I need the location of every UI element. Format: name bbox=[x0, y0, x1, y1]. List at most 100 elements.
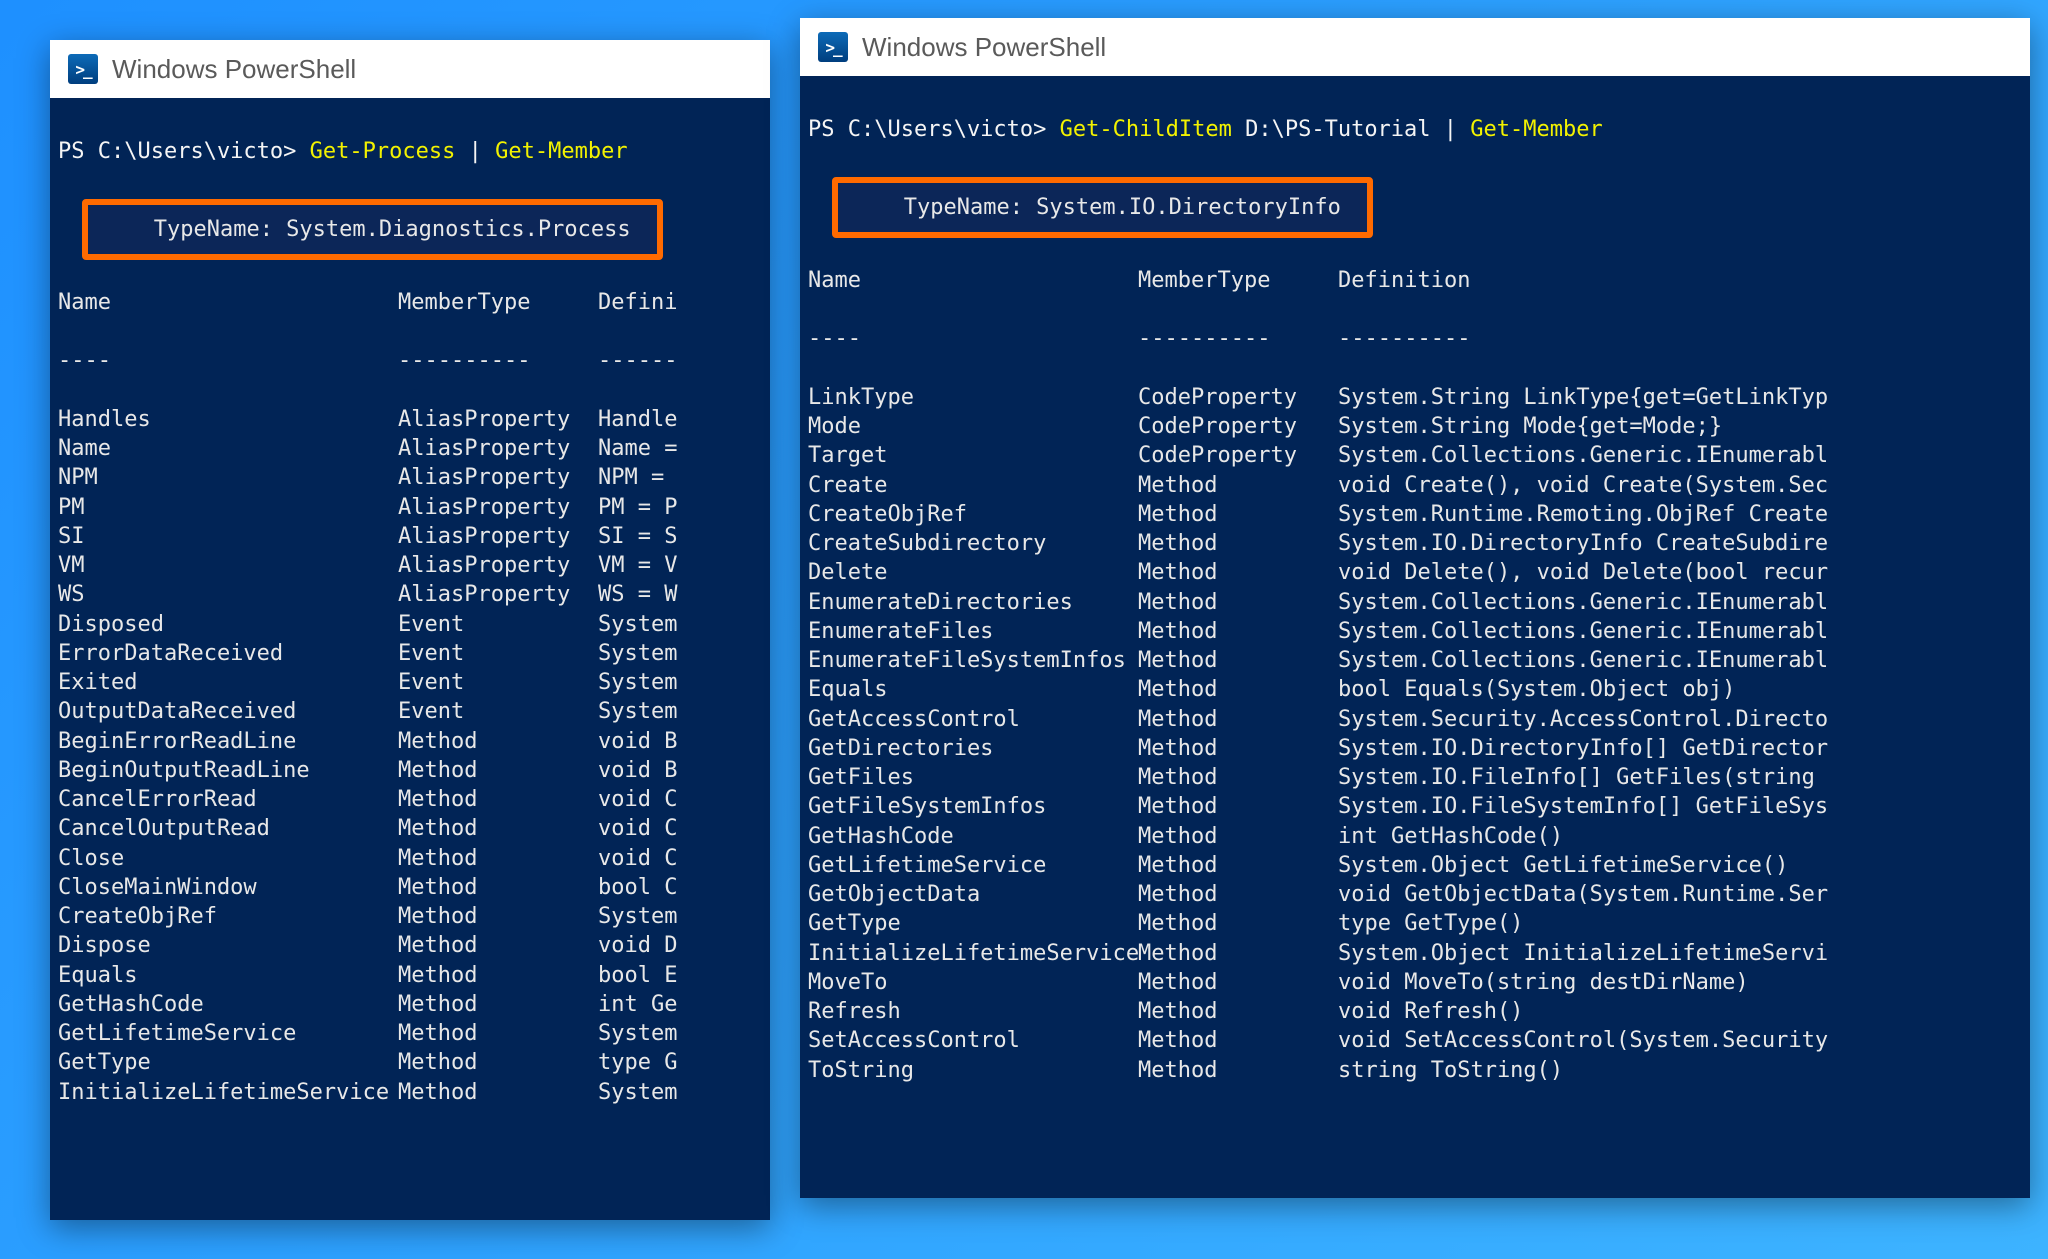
cell-definition: void D bbox=[598, 931, 762, 960]
table-row: GetDirectoriesMethodSystem.IO.DirectoryI… bbox=[808, 734, 2022, 763]
titlebar-left[interactable]: Windows PowerShell bbox=[50, 40, 770, 98]
cell-name: CreateSubdirectory bbox=[808, 529, 1138, 558]
terminal-left[interactable]: PS C:\Users\victo> Get-Process | Get-Mem… bbox=[50, 98, 770, 1220]
cell-definition: bool Equals(System.Object obj) bbox=[1338, 675, 2022, 704]
cell-name: Equals bbox=[58, 961, 398, 990]
table-row: DeleteMethodvoid Delete(), void Delete(b… bbox=[808, 558, 2022, 587]
cell-name: WS bbox=[58, 580, 398, 609]
cell-name: InitializeLifetimeService bbox=[808, 939, 1138, 968]
powershell-icon bbox=[68, 54, 98, 84]
table-row: OutputDataReceivedEventSystem bbox=[58, 697, 762, 726]
table-row: CloseMethodvoid C bbox=[58, 844, 762, 873]
cell-membertype: Method bbox=[1138, 763, 1338, 792]
cell-definition: System.Collections.Generic.IEnumerabl bbox=[1338, 588, 2022, 617]
cell-definition: void C bbox=[598, 785, 762, 814]
cell-name: GetLifetimeService bbox=[808, 851, 1138, 880]
titlebar-right[interactable]: Windows PowerShell bbox=[800, 18, 2030, 76]
cell-name: Handles bbox=[58, 405, 398, 434]
cell-definition: System.IO.DirectoryInfo[] GetDirector bbox=[1338, 734, 2022, 763]
table-row: GetFileSystemInfosMethodSystem.IO.FileSy… bbox=[808, 792, 2022, 821]
cell-membertype: Method bbox=[398, 902, 598, 931]
cell-definition: VM = V bbox=[598, 551, 762, 580]
cell-membertype: AliasProperty bbox=[398, 522, 598, 551]
cell-membertype: Event bbox=[398, 697, 598, 726]
cell-name: MoveTo bbox=[808, 968, 1138, 997]
header-membertype: MemberType bbox=[1138, 266, 1338, 295]
table-row: DisposeMethodvoid D bbox=[58, 931, 762, 960]
table-row: EnumerateDirectoriesMethodSystem.Collect… bbox=[808, 588, 2022, 617]
cell-name: Disposed bbox=[58, 610, 398, 639]
powershell-window-left[interactable]: Windows PowerShell PS C:\Users\victo> Ge… bbox=[50, 40, 770, 1220]
table-row: EqualsMethodbool E bbox=[58, 961, 762, 990]
cell-definition: bool E bbox=[598, 961, 762, 990]
cell-definition: System.String Mode{get=Mode;} bbox=[1338, 412, 2022, 441]
table-row: CreateSubdirectoryMethodSystem.IO.Direct… bbox=[808, 529, 2022, 558]
cell-membertype: Method bbox=[1138, 939, 1338, 968]
typename-highlight-left: TypeName: System.Diagnostics.Process bbox=[82, 199, 663, 260]
cell-membertype: AliasProperty bbox=[398, 463, 598, 492]
cell-membertype: Method bbox=[398, 1048, 598, 1077]
table-row: EnumerateFileSystemInfosMethodSystem.Col… bbox=[808, 646, 2022, 675]
cell-membertype: Method bbox=[1138, 792, 1338, 821]
cell-membertype: Method bbox=[1138, 880, 1338, 909]
table-row: GetObjectDataMethodvoid GetObjectData(Sy… bbox=[808, 880, 2022, 909]
member-rows-left: HandlesAliasPropertyHandleNameAliasPrope… bbox=[58, 405, 762, 1107]
table-row: ErrorDataReceivedEventSystem bbox=[58, 639, 762, 668]
cell-membertype: Event bbox=[398, 639, 598, 668]
table-row: EnumerateFilesMethodSystem.Collections.G… bbox=[808, 617, 2022, 646]
cell-definition: System.IO.FileSystemInfo[] GetFileSys bbox=[1338, 792, 2022, 821]
table-row: InitializeLifetimeServiceMethodSystem.Ob… bbox=[808, 939, 2022, 968]
cell-definition: void B bbox=[598, 756, 762, 785]
cell-name: ErrorDataReceived bbox=[58, 639, 398, 668]
cell-name: Exited bbox=[58, 668, 398, 697]
cell-definition: System.Collections.Generic.IEnumerabl bbox=[1338, 646, 2022, 675]
cell-membertype: Method bbox=[398, 814, 598, 843]
cell-membertype: AliasProperty bbox=[398, 551, 598, 580]
cell-membertype: Method bbox=[1138, 1056, 1338, 1085]
typename-text: TypeName: System.Diagnostics.Process bbox=[114, 217, 631, 242]
cell-name: Mode bbox=[808, 412, 1138, 441]
cell-membertype: CodeProperty bbox=[1138, 441, 1338, 470]
table-row: RefreshMethodvoid Refresh() bbox=[808, 997, 2022, 1026]
table-row: HandlesAliasPropertyHandle bbox=[58, 405, 762, 434]
pipe-operator: | bbox=[1444, 117, 1457, 142]
table-row: DisposedEventSystem bbox=[58, 610, 762, 639]
table-row: ExitedEventSystem bbox=[58, 668, 762, 697]
cell-name: GetType bbox=[58, 1048, 398, 1077]
cell-membertype: Method bbox=[1138, 500, 1338, 529]
cell-membertype: AliasProperty bbox=[398, 580, 598, 609]
cell-definition: void SetAccessControl(System.Security bbox=[1338, 1026, 2022, 1055]
cell-membertype: Method bbox=[1138, 558, 1338, 587]
member-rows-right: LinkTypeCodePropertySystem.String LinkTy… bbox=[808, 383, 2022, 1085]
cell-name: CreateObjRef bbox=[58, 902, 398, 931]
window-title: Windows PowerShell bbox=[112, 54, 356, 85]
cell-membertype: Method bbox=[398, 785, 598, 814]
terminal-right[interactable]: PS C:\Users\victo> Get-ChildItem D:\PS-T… bbox=[800, 76, 2030, 1198]
header-dashes: ------------------------ bbox=[808, 324, 2022, 353]
table-row: GetHashCodeMethodint GetHashCode() bbox=[808, 822, 2022, 851]
cell-definition: System.String LinkType{get=GetLinkTyp bbox=[1338, 383, 2022, 412]
cell-name: Target bbox=[808, 441, 1138, 470]
table-row: EqualsMethodbool Equals(System.Object ob… bbox=[808, 675, 2022, 704]
table-row: TargetCodePropertySystem.Collections.Gen… bbox=[808, 441, 2022, 470]
cell-name: CreateObjRef bbox=[808, 500, 1138, 529]
cmdlet-get-process: Get-Process bbox=[310, 139, 456, 164]
cell-definition: System.Collections.Generic.IEnumerabl bbox=[1338, 441, 2022, 470]
cell-membertype: Method bbox=[1138, 997, 1338, 1026]
cell-definition: System.IO.FileInfo[] GetFiles(string bbox=[1338, 763, 2022, 792]
cell-name: CloseMainWindow bbox=[58, 873, 398, 902]
cell-membertype: Method bbox=[1138, 734, 1338, 763]
cell-definition: string ToString() bbox=[1338, 1056, 2022, 1085]
cell-definition: void GetObjectData(System.Runtime.Ser bbox=[1338, 880, 2022, 909]
powershell-window-right[interactable]: Windows PowerShell PS C:\Users\victo> Ge… bbox=[800, 18, 2030, 1198]
table-row: NPMAliasPropertyNPM = bbox=[58, 463, 762, 492]
cell-definition: void Create(), void Create(System.Sec bbox=[1338, 471, 2022, 500]
table-row: WSAliasPropertyWS = W bbox=[58, 580, 762, 609]
cell-definition: System bbox=[598, 1078, 762, 1107]
cell-membertype: Method bbox=[398, 1078, 598, 1107]
table-row: LinkTypeCodePropertySystem.String LinkTy… bbox=[808, 383, 2022, 412]
cell-name: Delete bbox=[808, 558, 1138, 587]
table-row: ModeCodePropertySystem.String Mode{get=M… bbox=[808, 412, 2022, 441]
cell-name: CancelErrorRead bbox=[58, 785, 398, 814]
cell-name: CancelOutputRead bbox=[58, 814, 398, 843]
